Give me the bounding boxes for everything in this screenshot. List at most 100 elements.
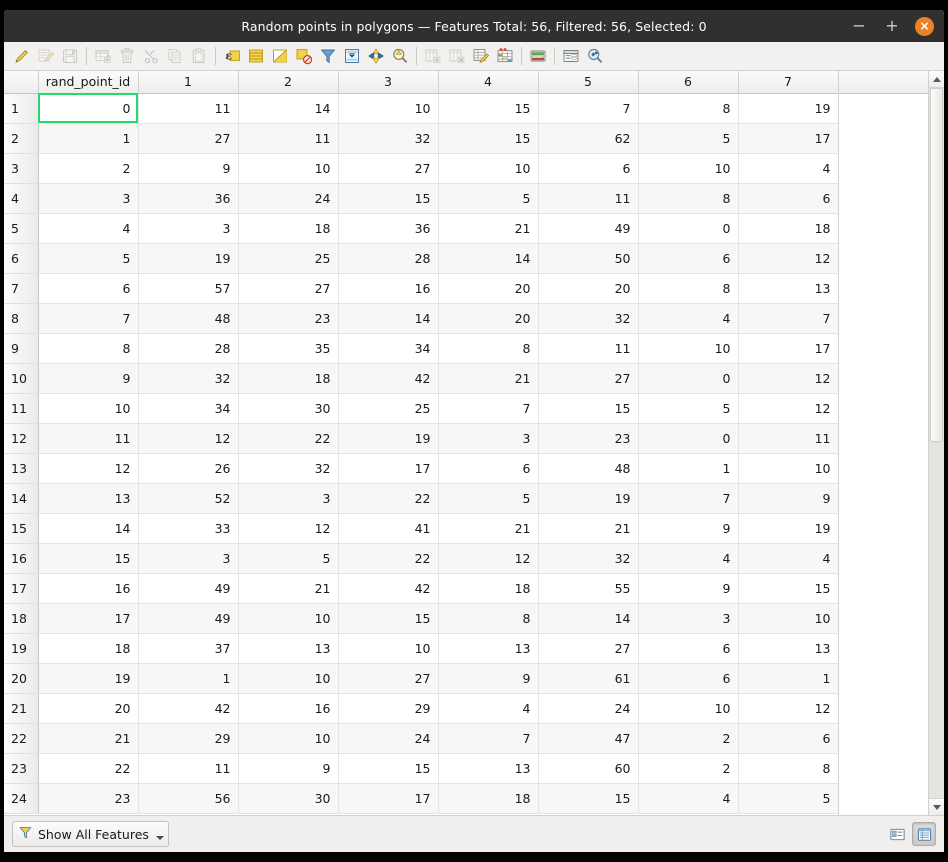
cell-3-row22[interactable]: 24: [338, 723, 439, 754]
cell-1-row8[interactable]: 48: [138, 303, 239, 334]
cell-7-row2[interactable]: 17: [738, 123, 839, 154]
move-selection-to-top-icon[interactable]: [340, 44, 364, 68]
table-row[interactable]: 18 17 49 10 15 8 14 3 10: [4, 603, 839, 634]
cell-4-row22[interactable]: 7: [438, 723, 539, 754]
row-number[interactable]: 18: [4, 603, 39, 634]
cell-6-row22[interactable]: 2: [638, 723, 739, 754]
column-header-2[interactable]: 2: [238, 71, 339, 94]
cell-7-row8[interactable]: 7: [738, 303, 839, 334]
cell-5-row23[interactable]: 60: [538, 753, 639, 784]
table-row[interactable]: 4 3 36 24 15 5 11 8 6: [4, 183, 839, 214]
cell-4-row7[interactable]: 20: [438, 273, 539, 304]
vertical-scrollbar[interactable]: [928, 71, 944, 815]
table-row[interactable]: 2 1 27 11 32 15 62 5 17: [4, 123, 839, 154]
scroll-up-arrow-icon[interactable]: [929, 71, 944, 88]
column-header-4[interactable]: 4: [438, 71, 539, 94]
cell-7-row14[interactable]: 9: [738, 483, 839, 514]
column-header-1[interactable]: 1: [138, 71, 239, 94]
cell-2-row15[interactable]: 12: [238, 513, 339, 544]
zoom-map-to-selection-icon[interactable]: [388, 44, 412, 68]
row-number[interactable]: 24: [4, 783, 39, 814]
organize-columns-icon[interactable]: [526, 44, 550, 68]
row-number[interactable]: 4: [4, 183, 39, 214]
cell-6-row16[interactable]: 4: [638, 543, 739, 574]
toggle-editing-icon[interactable]: [10, 44, 34, 68]
cell-2-row9[interactable]: 35: [238, 333, 339, 364]
cell-3-row21[interactable]: 29: [338, 693, 439, 724]
cell-4-row8[interactable]: 20: [438, 303, 539, 334]
cell-7-row4[interactable]: 6: [738, 183, 839, 214]
cell-rand_point_id-row14[interactable]: 13: [38, 483, 139, 514]
table-row[interactable]: 21 20 42 16 29 4 24 10 12: [4, 693, 839, 724]
cell-3-row4[interactable]: 15: [338, 183, 439, 214]
cell-6-row24[interactable]: 4: [638, 783, 739, 814]
cell-4-row4[interactable]: 5: [438, 183, 539, 214]
cell-2-row19[interactable]: 13: [238, 633, 339, 664]
cell-2-row14[interactable]: 3: [238, 483, 339, 514]
cell-7-row12[interactable]: 11: [738, 423, 839, 454]
scroll-down-arrow-icon[interactable]: [929, 798, 944, 815]
cell-6-row13[interactable]: 1: [638, 453, 739, 484]
row-number[interactable]: 1: [4, 93, 39, 124]
row-number[interactable]: 6: [4, 243, 39, 274]
row-number[interactable]: 20: [4, 663, 39, 694]
table-row[interactable]: 15 14 33 12 41 21 21 9 19: [4, 513, 839, 544]
cell-6-row9[interactable]: 10: [638, 333, 739, 364]
cell-2-row18[interactable]: 10: [238, 603, 339, 634]
cell-3-row9[interactable]: 34: [338, 333, 439, 364]
cell-5-row4[interactable]: 11: [538, 183, 639, 214]
row-number[interactable]: 3: [4, 153, 39, 184]
cell-4-row21[interactable]: 4: [438, 693, 539, 724]
cell-2-row6[interactable]: 25: [238, 243, 339, 274]
table-row[interactable]: 1 0 11 14 10 15 7 8 19: [4, 93, 839, 124]
cell-5-row9[interactable]: 11: [538, 333, 639, 364]
row-number[interactable]: 23: [4, 753, 39, 784]
cell-2-row12[interactable]: 22: [238, 423, 339, 454]
cell-5-row22[interactable]: 47: [538, 723, 639, 754]
cell-1-row12[interactable]: 12: [138, 423, 239, 454]
table-row[interactable]: 8 7 48 23 14 20 32 4 7: [4, 303, 839, 334]
cell-5-row15[interactable]: 21: [538, 513, 639, 544]
cell-1-row16[interactable]: 3: [138, 543, 239, 574]
cell-6-row12[interactable]: 0: [638, 423, 739, 454]
cell-3-row12[interactable]: 19: [338, 423, 439, 454]
cell-4-row19[interactable]: 13: [438, 633, 539, 664]
table-row[interactable]: 7 6 57 27 16 20 20 8 13: [4, 273, 839, 304]
cell-3-row6[interactable]: 28: [338, 243, 439, 274]
cell-1-row13[interactable]: 26: [138, 453, 239, 484]
cell-1-row2[interactable]: 27: [138, 123, 239, 154]
cell-2-row21[interactable]: 16: [238, 693, 339, 724]
cell-rand_point_id-row12[interactable]: 11: [38, 423, 139, 454]
row-number[interactable]: 12: [4, 423, 39, 454]
table-row[interactable]: 13 12 26 32 17 6 48 1 10: [4, 453, 839, 484]
cell-5-row11[interactable]: 15: [538, 393, 639, 424]
cell-4-row15[interactable]: 21: [438, 513, 539, 544]
table-view-toggle-button[interactable]: [912, 822, 936, 846]
cell-3-row3[interactable]: 27: [338, 153, 439, 184]
cell-3-row19[interactable]: 10: [338, 633, 439, 664]
cell-5-row24[interactable]: 15: [538, 783, 639, 814]
cell-7-row10[interactable]: 12: [738, 363, 839, 394]
cell-7-row5[interactable]: 18: [738, 213, 839, 244]
cell-rand_point_id-row8[interactable]: 7: [38, 303, 139, 334]
cell-4-row20[interactable]: 9: [438, 663, 539, 694]
cell-7-row11[interactable]: 12: [738, 393, 839, 424]
cell-1-row4[interactable]: 36: [138, 183, 239, 214]
cell-5-row10[interactable]: 27: [538, 363, 639, 394]
cell-1-row17[interactable]: 49: [138, 573, 239, 604]
cell-rand_point_id-row24[interactable]: 23: [38, 783, 139, 814]
cell-rand_point_id-row21[interactable]: 20: [38, 693, 139, 724]
cell-1-row22[interactable]: 29: [138, 723, 239, 754]
cell-6-row14[interactable]: 7: [638, 483, 739, 514]
cell-4-row13[interactable]: 6: [438, 453, 539, 484]
cell-5-row14[interactable]: 19: [538, 483, 639, 514]
cell-7-row21[interactable]: 12: [738, 693, 839, 724]
row-number[interactable]: 11: [4, 393, 39, 424]
cell-7-row9[interactable]: 17: [738, 333, 839, 364]
cell-5-row6[interactable]: 50: [538, 243, 639, 274]
cell-2-row16[interactable]: 5: [238, 543, 339, 574]
cell-rand_point_id-row7[interactable]: 6: [38, 273, 139, 304]
cell-1-row14[interactable]: 52: [138, 483, 239, 514]
cell-3-row7[interactable]: 16: [338, 273, 439, 304]
cell-4-row16[interactable]: 12: [438, 543, 539, 574]
